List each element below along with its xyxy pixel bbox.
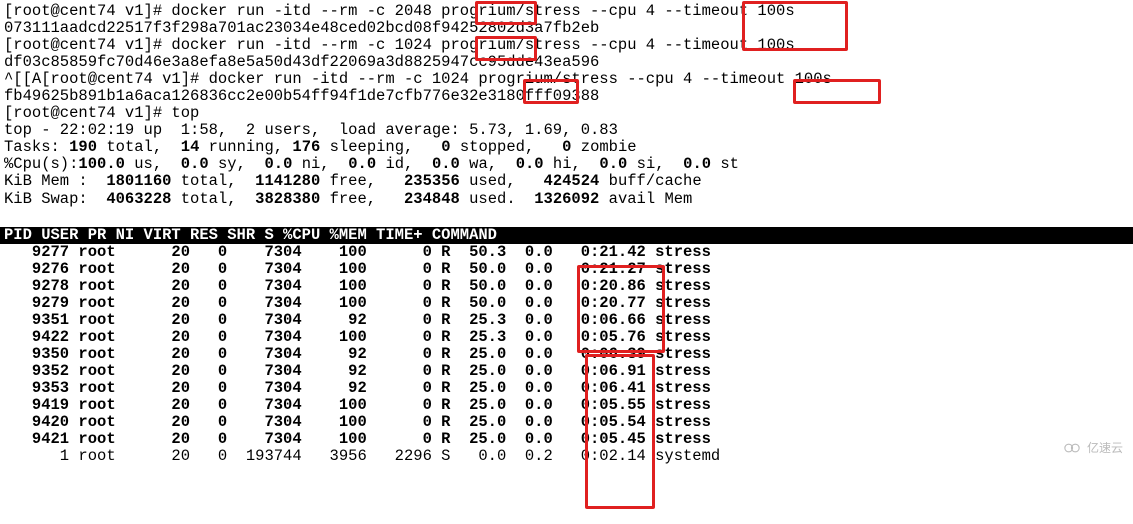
top-process-list: 9277 root 20 0 7304 100 0 R 50.3 0.0 0:2…	[0, 244, 1133, 466]
terminal-output[interactable]: [root@cent74 v1]# docker run -itd --rm -…	[0, 0, 1133, 227]
top-column-header: PID USER PR NI VIRT RES SHR S %CPU %MEM …	[0, 227, 1133, 244]
watermark-text: 亿速云	[1087, 442, 1123, 455]
watermark: 亿速云	[1061, 441, 1123, 455]
